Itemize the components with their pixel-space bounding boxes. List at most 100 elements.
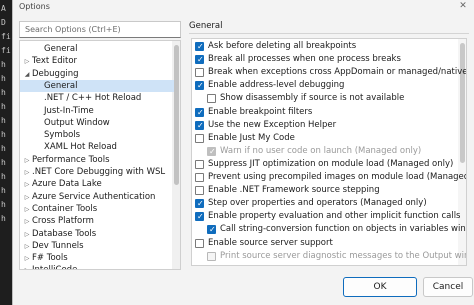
editor-code-fragment: h bbox=[1, 214, 6, 223]
editor-code-fragment: h bbox=[1, 60, 6, 69]
editor-code-fragment: h bbox=[1, 88, 6, 97]
option-label: Suppress JIT optimization on module load… bbox=[208, 158, 454, 169]
tree-item[interactable]: ▷ Database Tools bbox=[20, 228, 174, 240]
chevron-collapsed-icon[interactable]: ▷ bbox=[22, 192, 32, 204]
section-divider bbox=[189, 33, 469, 34]
option-checkbox[interactable] bbox=[195, 133, 204, 143]
option-checkbox[interactable] bbox=[195, 186, 204, 196]
option-checkbox[interactable] bbox=[195, 68, 204, 78]
tree-item[interactable]: ▷ Dev Tunnels bbox=[20, 240, 174, 252]
tree-item-label: .NET Core Debugging with WSL bbox=[32, 167, 166, 177]
options-list: Ask before deleting all breakpoints Break… bbox=[191, 38, 467, 266]
option-label: Step over properties and operators (Mana… bbox=[208, 198, 427, 209]
tree-item-label: Container Tools bbox=[32, 203, 98, 214]
options-dialog: Options ✕ Search Options (Ctrl+E) Genera… bbox=[12, 0, 474, 305]
tree-item[interactable]: General bbox=[20, 43, 174, 55]
option-label: Enable breakpoint filters bbox=[208, 106, 313, 117]
chevron-collapsed-icon[interactable]: ▷ bbox=[22, 179, 32, 191]
tree-item-label: .NET / C++ Hot Reload bbox=[44, 93, 142, 104]
chevron-collapsed-icon[interactable]: ▷ bbox=[22, 265, 32, 269]
chevron-collapsed-icon[interactable]: ▷ bbox=[22, 56, 32, 68]
tree-item-label: XAML Hot Reload bbox=[44, 142, 117, 153]
tree-item-label: Database Tools bbox=[32, 228, 97, 239]
editor-code-fragment: h bbox=[1, 186, 6, 195]
chevron-collapsed-icon[interactable]: ▷ bbox=[22, 241, 32, 253]
option-label: Prevent using precompiled images on modu… bbox=[208, 172, 467, 182]
option-label: Break all processes when one process bre… bbox=[208, 54, 401, 65]
tree-scrollbar-thumb[interactable] bbox=[174, 45, 179, 185]
tree-item[interactable]: Output Window bbox=[20, 117, 174, 129]
option-checkbox[interactable] bbox=[207, 146, 216, 157]
option-checkbox[interactable] bbox=[195, 54, 204, 65]
editor-code-fragment: fi bbox=[1, 32, 11, 41]
tree-item[interactable]: XAML Hot Reload bbox=[20, 141, 174, 153]
tree-item[interactable]: ▷ F# Tools bbox=[20, 252, 174, 264]
editor-code-fragment: h bbox=[1, 144, 6, 153]
option-label: Show disassembly if source is not availa… bbox=[220, 93, 405, 104]
tree-item-label: General bbox=[44, 80, 78, 91]
tree-item[interactable]: Symbols bbox=[20, 129, 174, 141]
option-label: Enable .NET Framework source stepping bbox=[208, 185, 380, 196]
option-label: Warn if no user code on launch (Managed … bbox=[220, 145, 422, 156]
tree-item-label: Dev Tunnels bbox=[32, 240, 84, 251]
option-checkbox[interactable] bbox=[195, 198, 204, 209]
option-checkbox[interactable] bbox=[195, 80, 204, 91]
tree-item[interactable]: ▷ Cross Platform bbox=[20, 215, 174, 227]
option-label: Enable Just My Code bbox=[208, 132, 295, 143]
tree-item-label: Output Window bbox=[44, 117, 110, 128]
tree-item[interactable]: ▷ Performance Tools bbox=[20, 154, 174, 166]
tree-item[interactable]: ▷ .NET Core Debugging with WSL bbox=[20, 166, 174, 178]
tree-item[interactable]: Just-In-Time bbox=[20, 105, 174, 117]
option-checkbox[interactable] bbox=[207, 94, 216, 104]
option-checkbox[interactable] bbox=[195, 211, 204, 222]
editor-code-fragment: h bbox=[1, 130, 6, 139]
tree-item[interactable]: General bbox=[20, 79, 174, 92]
tree-item[interactable]: ▷IntelliCode bbox=[20, 264, 174, 269]
option-label: Call string-conversion function on objec… bbox=[220, 224, 467, 235]
chevron-collapsed-icon[interactable]: ▷ bbox=[22, 229, 32, 241]
chevron-collapsed-icon[interactable]: ▷ bbox=[22, 167, 32, 179]
options-scrollbar-thumb[interactable] bbox=[460, 43, 465, 163]
tree-item-label: Debugging bbox=[32, 68, 79, 79]
tree-item[interactable]: .NET / C++ Hot Reload bbox=[20, 92, 174, 104]
editor-code-fragment: h bbox=[1, 200, 6, 209]
option-checkbox[interactable] bbox=[207, 251, 216, 261]
tree-item-label: Azure Service Authentication bbox=[32, 191, 156, 202]
tree-item[interactable]: ▷ Text Editor bbox=[20, 55, 174, 67]
ok-button[interactable]: OK bbox=[343, 277, 417, 297]
chevron-collapsed-icon[interactable]: ▷ bbox=[22, 216, 32, 228]
cancel-button[interactable]: Cancel bbox=[423, 277, 473, 297]
option-checkbox[interactable] bbox=[195, 159, 204, 169]
search-input[interactable]: Search Options (Ctrl+E) bbox=[19, 21, 181, 38]
option-label: Enable address-level debugging bbox=[208, 80, 345, 91]
editor-code-fragment: h bbox=[1, 116, 6, 125]
tree-item-label: Cross Platform bbox=[32, 216, 94, 227]
option-label: Enable property evaluation and other imp… bbox=[208, 211, 461, 222]
option-label: Print source server diagnostic messages … bbox=[220, 250, 467, 261]
option-checkbox[interactable] bbox=[195, 238, 204, 248]
option-checkbox[interactable] bbox=[195, 173, 204, 182]
option-checkbox[interactable] bbox=[195, 120, 204, 131]
tree-item[interactable]: ▷ Container Tools bbox=[20, 203, 174, 215]
chevron-collapsed-icon[interactable]: ▷ bbox=[22, 155, 32, 167]
options-tree: General ▷ Text Editor ◢ Debugging General .NET… bbox=[19, 40, 181, 270]
chevron-collapsed-icon[interactable]: ▷ bbox=[22, 253, 32, 265]
tree-item-label: Performance Tools bbox=[32, 154, 110, 165]
option-checkbox[interactable] bbox=[195, 41, 204, 52]
option-checkbox[interactable] bbox=[207, 224, 216, 235]
option-label: Ask before deleting all breakpoints bbox=[208, 41, 357, 51]
close-icon[interactable]: ✕ bbox=[456, 0, 470, 12]
editor-code-fragment: fi bbox=[1, 46, 11, 55]
tree-item[interactable]: ▷ Azure Data Lake bbox=[20, 178, 174, 190]
tree-item[interactable]: ◢ Debugging bbox=[20, 68, 174, 80]
window-title: Options bbox=[19, 2, 50, 11]
tree-item-label: F# Tools bbox=[32, 253, 68, 264]
tree-item-label: General bbox=[44, 44, 78, 54]
option-checkbox[interactable] bbox=[195, 107, 204, 118]
tree-item[interactable]: ▷ Azure Service Authentication bbox=[20, 191, 174, 203]
tree-item-label: IntelliCode bbox=[32, 265, 77, 269]
chevron-expanded-icon[interactable]: ◢ bbox=[22, 69, 32, 81]
editor-code-fragment: D bbox=[1, 18, 6, 27]
chevron-collapsed-icon[interactable]: ▷ bbox=[22, 204, 32, 216]
option-label: Use the new Exception Helper bbox=[208, 119, 337, 130]
